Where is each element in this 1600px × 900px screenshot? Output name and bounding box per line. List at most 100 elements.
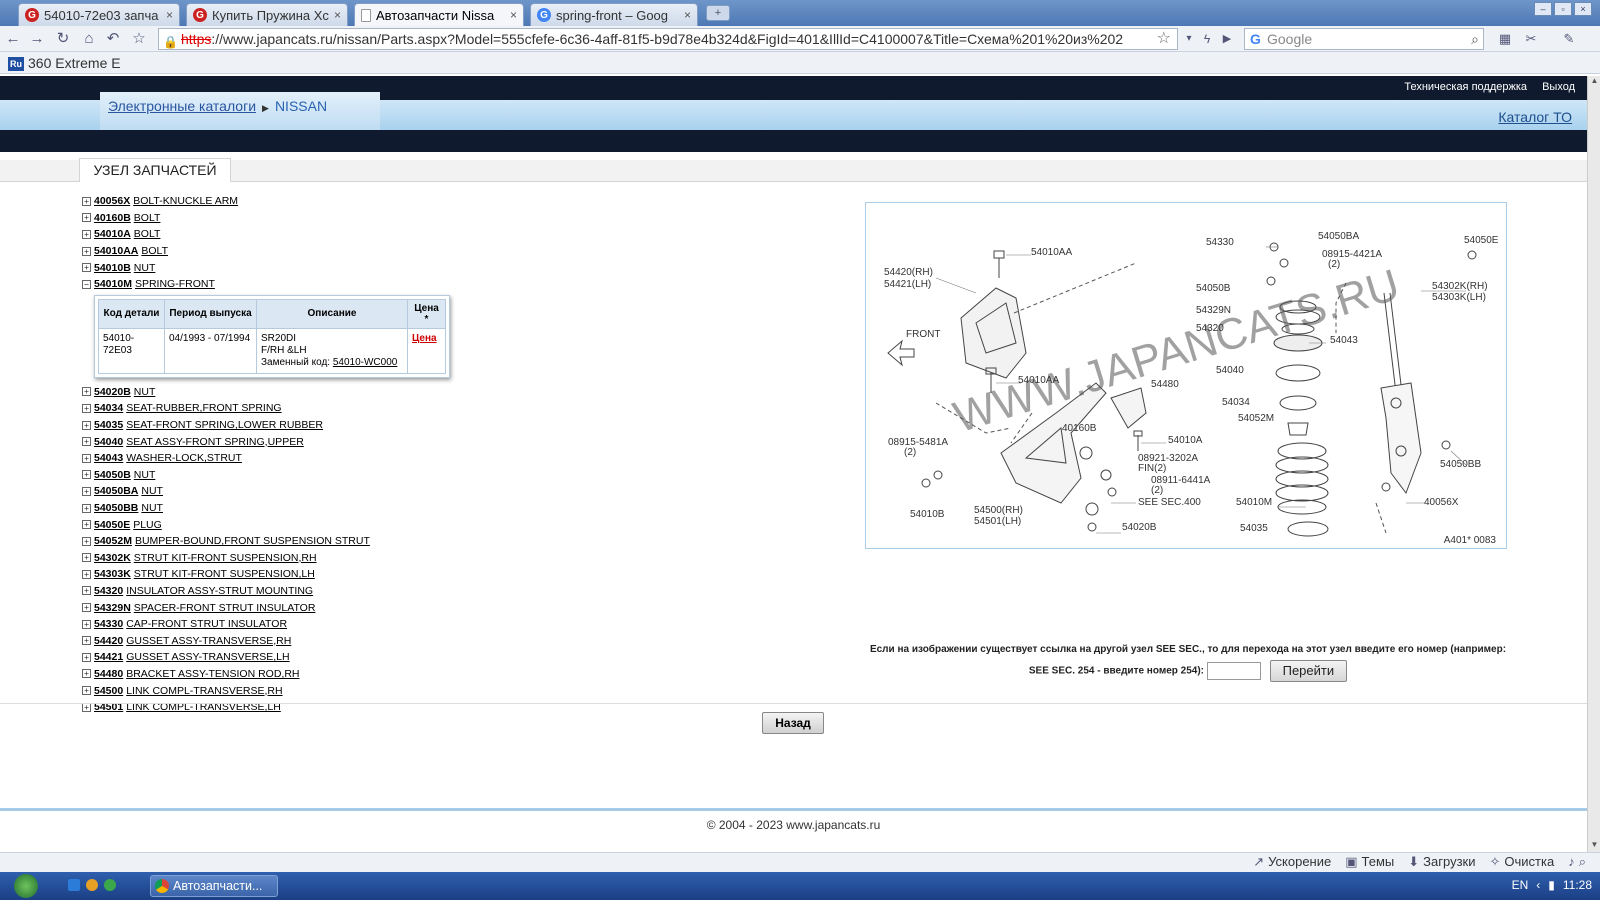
part-name-link[interactable]: SEAT-FRONT SPRING,LOWER RUBBER — [126, 419, 323, 431]
diagram-part-label[interactable]: (2) — [1328, 259, 1340, 270]
diagram-part-label[interactable]: (2) — [1151, 485, 1163, 496]
price-link[interactable]: Цена — [412, 333, 437, 344]
expand-icon[interactable]: + — [82, 520, 91, 530]
close-tab-icon[interactable]: × — [510, 8, 517, 22]
part-code-link[interactable]: 54421 — [94, 651, 123, 663]
close-tab-icon[interactable]: × — [166, 8, 173, 22]
diagram-part-label[interactable]: 54010AA — [1018, 375, 1059, 386]
vertical-scrollbar[interactable]: ▲ ▼ — [1587, 76, 1600, 852]
expand-icon[interactable]: + — [82, 213, 91, 223]
part-name-link[interactable]: PLUG — [133, 519, 162, 531]
diagram-part-label[interactable]: FRONT — [906, 329, 940, 340]
part-row[interactable]: +54303K STRUT KIT-FRONT SUSPENSION,LH — [82, 566, 782, 583]
collapse-icon[interactable]: − — [82, 279, 91, 289]
part-row[interactable]: +54420 GUSSET ASSY-TRANSVERSE,RH — [82, 632, 782, 649]
start-button-icon[interactable] — [14, 874, 38, 898]
expand-icon[interactable]: + — [82, 686, 91, 696]
tech-support-link[interactable]: Техническая поддержка — [1404, 81, 1527, 93]
part-row[interactable]: +54052M BUMPER-BOUND,FRONT SUSPENSION STR… — [82, 533, 782, 550]
restore-icon[interactable]: ▫ — [1554, 2, 1572, 16]
lightning-icon[interactable]: ϟ — [1198, 30, 1216, 48]
favorite-star-icon[interactable]: ☆ — [1157, 29, 1171, 49]
search-input[interactable]: G Google ⌕ — [1244, 28, 1484, 50]
part-name-link[interactable]: SEAT-RUBBER,FRONT SPRING — [126, 402, 281, 414]
go-button[interactable]: Перейти — [1269, 660, 1348, 682]
part-row[interactable]: +54010AA BOLT — [82, 243, 782, 260]
part-name-link[interactable]: NUT — [141, 502, 163, 514]
part-row[interactable]: +54035 SEAT-FRONT SPRING,LOWER RUBBER — [82, 417, 782, 434]
part-name-link[interactable]: BRACKET ASSY-TENSION ROD,RH — [126, 668, 299, 680]
diagram-part-label[interactable]: 08915-5481A — [888, 437, 948, 448]
parts-diagram[interactable]: WWW.JAPANCATS.RU 54010AA 54420(RH) 54421(L… — [865, 202, 1507, 549]
part-row[interactable]: +54501 LINK COMPL-TRANSVERSE,LH — [82, 699, 782, 716]
part-name-link[interactable]: SPRING-FRONT — [135, 278, 215, 290]
diagram-part-label[interactable]: 54050E — [1464, 235, 1499, 246]
part-code-link[interactable]: 54035 — [94, 419, 123, 431]
expand-icon[interactable]: + — [82, 619, 91, 629]
expand-icon[interactable]: + — [82, 569, 91, 579]
expand-icon[interactable]: + — [82, 470, 91, 480]
zoom-icon[interactable]: ⌕ — [1579, 854, 1586, 869]
part-code-link[interactable]: 54020B — [94, 386, 131, 398]
part-name-link[interactable]: STRUT KIT-FRONT SUSPENSION,LH — [134, 568, 315, 580]
diagram-part-label[interactable]: 54329N — [1196, 305, 1231, 316]
language-indicator[interactable]: EN — [1512, 878, 1529, 892]
part-code-link[interactable]: 54320 — [94, 585, 123, 597]
part-name-link[interactable]: LINK COMPL-TRANSVERSE,RH — [126, 685, 282, 697]
scissors-icon[interactable]: ✂ — [1522, 30, 1540, 48]
diagram-part-label[interactable]: 40160B — [1062, 423, 1097, 434]
accelerate-item[interactable]: ↗ Ускорение — [1253, 854, 1331, 870]
part-row[interactable]: +54330 CAP-FRONT STRUT INSULATOR — [82, 616, 782, 633]
catalog-to-link[interactable]: Каталог ТО — [1498, 109, 1572, 125]
part-row[interactable]: +54421 GUSSET ASSY-TRANSVERSE,LH — [82, 649, 782, 666]
part-row[interactable]: +40056X BOLT-KNUCKLE ARM — [82, 193, 782, 210]
diagram-part-label[interactable]: 54010A — [1168, 435, 1203, 446]
part-code-link[interactable]: 54010AA — [94, 245, 138, 257]
diagram-part-label[interactable]: 54302K(RH) — [1432, 281, 1488, 292]
quicklaunch-icon[interactable] — [104, 879, 116, 891]
expand-icon[interactable]: + — [82, 437, 91, 447]
bookmark-item[interactable]: 360 Extreme E — [28, 55, 121, 71]
speaker-icon[interactable]: ♪ — [1568, 854, 1575, 869]
expand-icon[interactable]: + — [82, 603, 91, 613]
part-row[interactable]: +54040 SEAT ASSY-FRONT SPRING,UPPER — [82, 433, 782, 450]
diagram-part-label[interactable]: 54421(LH) — [884, 279, 931, 290]
part-code-link[interactable]: 40056X — [94, 195, 130, 207]
diagram-part-label[interactable]: 54320 — [1196, 323, 1224, 334]
part-code-link[interactable]: 54010B — [94, 262, 131, 274]
quicklaunch-icon[interactable] — [86, 879, 98, 891]
close-window-icon[interactable]: × — [1574, 2, 1592, 16]
themes-item[interactable]: ▣ Темы — [1345, 854, 1394, 870]
part-code-link[interactable]: 54040 — [94, 436, 123, 448]
diagram-part-label[interactable]: 54501(LH) — [974, 516, 1021, 527]
logout-link[interactable]: Выход — [1542, 81, 1575, 93]
part-name-link[interactable]: INSULATOR ASSY-STRUT MOUNTING — [126, 585, 313, 597]
reload-icon[interactable]: ↻ — [54, 30, 72, 48]
part-row[interactable]: +54320 INSULATOR ASSY-STRUT MOUNTING — [82, 583, 782, 600]
part-code-link[interactable]: 54420 — [94, 635, 123, 647]
search-icon[interactable]: ⌕ — [1471, 29, 1479, 49]
diagram-part-label[interactable]: 54035 — [1240, 523, 1268, 534]
expand-icon[interactable]: + — [82, 403, 91, 413]
part-row[interactable]: +54010B NUT — [82, 259, 782, 276]
downloads-item[interactable]: ⬇ Загрузки — [1408, 854, 1475, 870]
expand-icon[interactable]: + — [82, 420, 91, 430]
diagram-part-label[interactable]: 54010M — [1236, 497, 1272, 508]
part-row[interactable]: +54050E PLUG — [82, 516, 782, 533]
part-code-link[interactable]: 54010M — [94, 278, 132, 290]
part-name-link[interactable]: GUSSET ASSY-TRANSVERSE,RH — [126, 635, 291, 647]
part-row[interactable]: +54050BB NUT — [82, 500, 782, 517]
expand-icon[interactable]: + — [82, 586, 91, 596]
part-row[interactable]: +54480 BRACKET ASSY-TENSION ROD,RH — [82, 666, 782, 683]
part-row[interactable]: +54034 SEAT-RUBBER,FRONT SPRING — [82, 400, 782, 417]
part-name-link[interactable]: WASHER-LOCK,STRUT — [126, 452, 242, 464]
part-name-link[interactable]: BOLT — [134, 212, 161, 224]
expand-icon[interactable]: + — [82, 196, 91, 206]
part-row[interactable]: +54020B NUT — [82, 384, 782, 401]
diagram-part-label[interactable]: 54050BB — [1440, 459, 1481, 470]
expand-icon[interactable]: + — [82, 246, 91, 256]
back-button[interactable]: Назад — [762, 712, 824, 734]
diagram-part-label[interactable]: 54010B — [910, 509, 945, 520]
dropdown-icon[interactable]: ▾ — [1180, 30, 1198, 48]
part-code-link[interactable]: 54500 — [94, 685, 123, 697]
